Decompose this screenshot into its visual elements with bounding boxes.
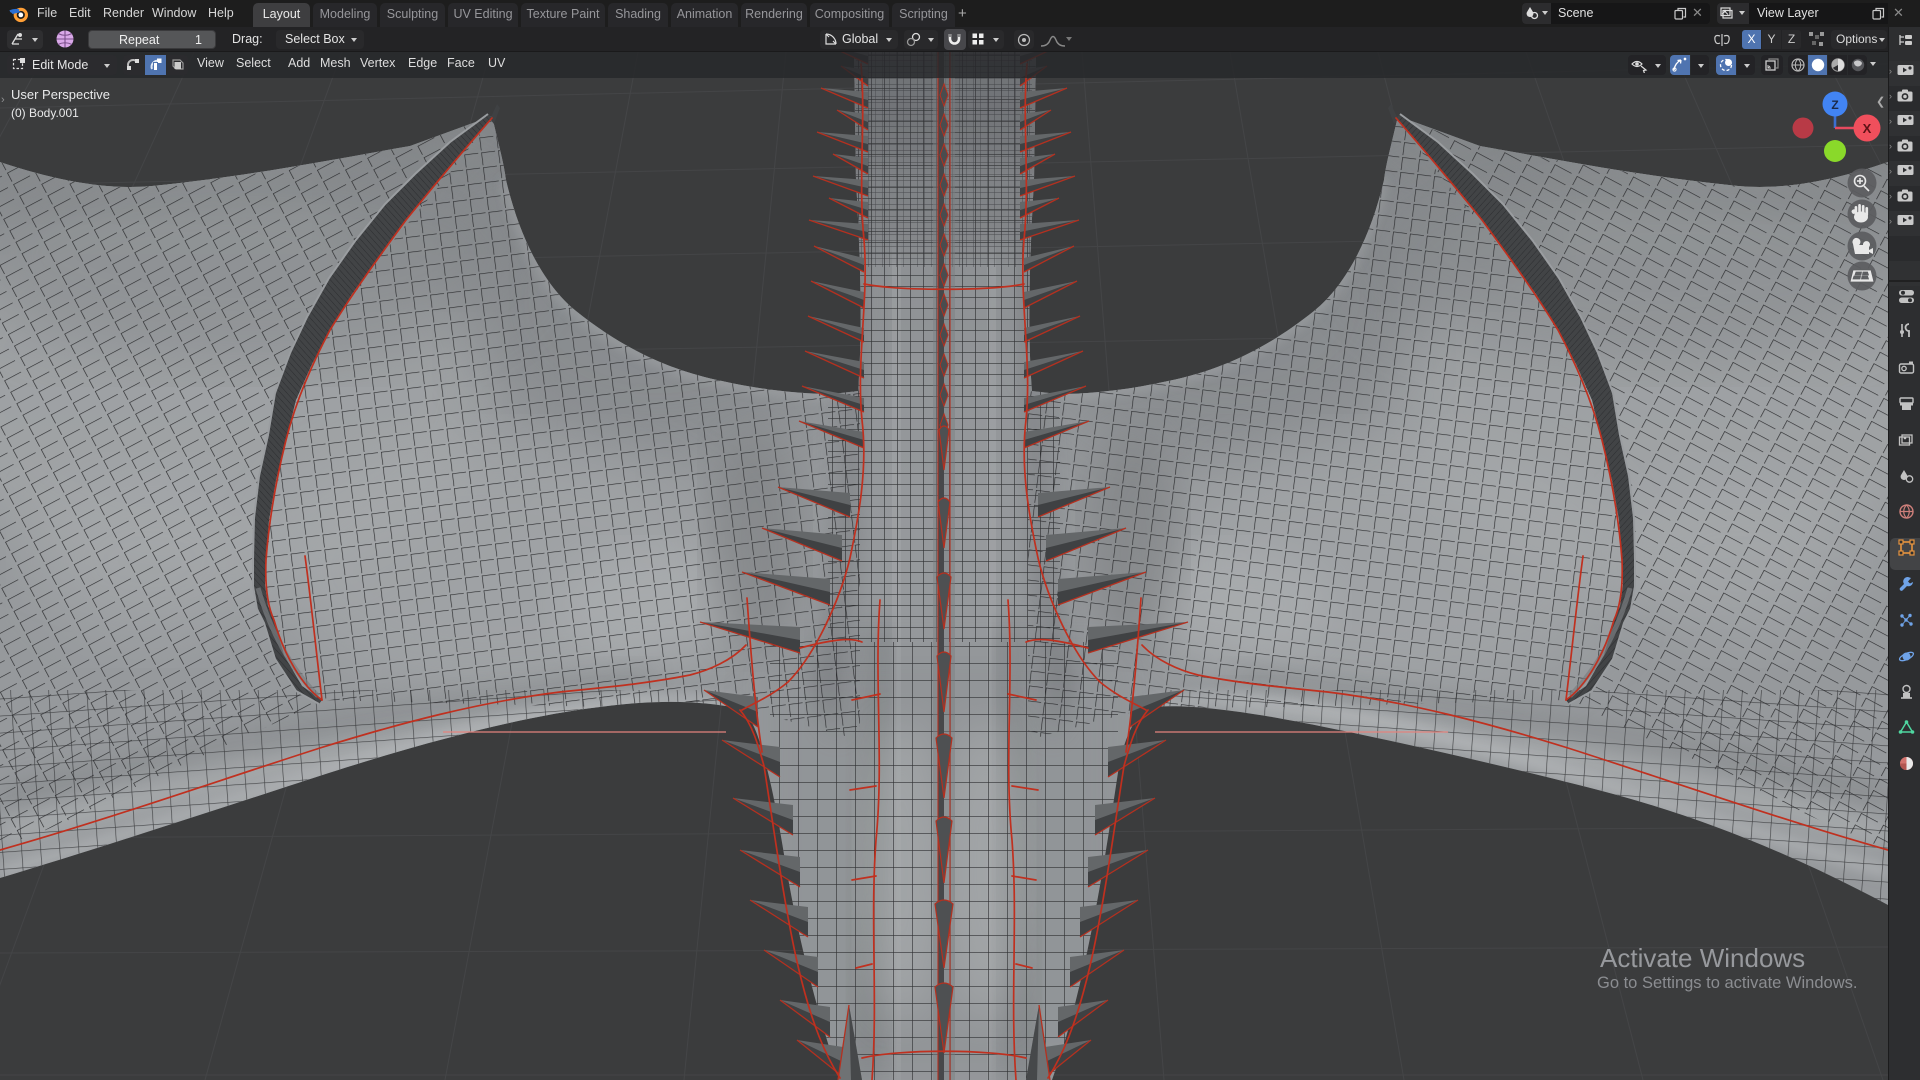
svg-text:(0) Body.001: (0) Body.001 <box>11 106 79 120</box>
svg-text:❮: ❮ <box>1876 96 1885 108</box>
svg-text:Activate Windows: Activate Windows <box>1600 943 1805 973</box>
svg-text:›: › <box>1 94 5 106</box>
svg-text:Go to Settings to activate Win: Go to Settings to activate Windows. <box>1597 974 1857 992</box>
svg-text:Z: Z <box>1831 98 1838 112</box>
svg-text:User Perspective: User Perspective <box>11 87 110 102</box>
svg-text:X: X <box>1863 121 1872 136</box>
